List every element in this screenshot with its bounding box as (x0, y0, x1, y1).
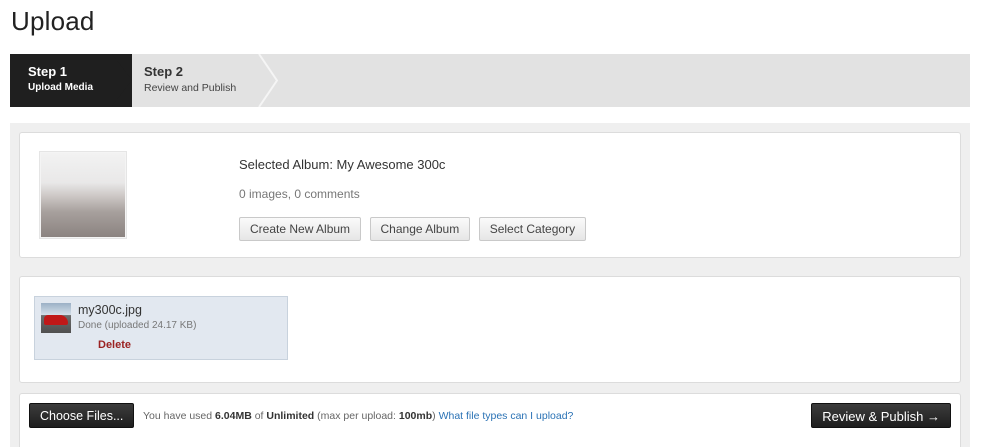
step-2-sublabel: Review and Publish (144, 82, 237, 94)
usage-max: 100mb (398, 410, 433, 422)
usage-limit: Unlimited (266, 410, 315, 422)
selected-album-label: Selected Album: My Awesome 300c (239, 157, 446, 172)
step-1-arrow-shape (112, 54, 132, 106)
usage-of: of (251, 410, 267, 422)
usage-info: You have used 6.04MB of Unlimited (max p… (143, 410, 573, 422)
car-image (44, 315, 68, 325)
upload-main: Selected Album: My Awesome 300c 0 images… (10, 123, 970, 447)
usage-used: 6.04MB (215, 410, 252, 422)
upload-footer: Choose Files... You have used 6.04MB of … (19, 393, 961, 447)
album-panel: Selected Album: My Awesome 300c 0 images… (19, 132, 961, 258)
step-1-label: Step 1 (28, 64, 68, 79)
choose-files-button[interactable]: Choose Files... (29, 403, 135, 428)
step-2-tab[interactable]: Step 2 Review and Publish (144, 54, 274, 107)
step-2-label: Step 2 (144, 64, 184, 79)
step-1-sublabel: Upload Media (28, 82, 94, 93)
page-title: Upload (11, 6, 95, 36)
usage-max-suffix: ) (432, 410, 436, 422)
change-album-button[interactable]: Change Album (369, 217, 471, 241)
file-thumbnail (41, 303, 71, 333)
delete-file-link[interactable]: Delete (98, 339, 131, 351)
usage-max-prefix: (max per upload: (314, 410, 399, 422)
select-category-button[interactable]: Select Category (478, 217, 587, 241)
review-publish-button[interactable]: Review & Publish → (811, 403, 951, 428)
file-types-help-link[interactable]: What file types can I upload? (439, 410, 574, 422)
chevron-right-icon (258, 54, 278, 107)
create-album-button[interactable]: Create New Album (239, 217, 362, 241)
steps-bar: Step 1 Upload Media Step 2 Review and Pu… (10, 54, 970, 107)
album-cover-image (41, 153, 125, 237)
album-cover-thumbnail (39, 151, 127, 239)
album-actions: Create New Album Change Album Select Cat… (239, 217, 590, 241)
file-name: my300c.jpg (78, 303, 142, 317)
file-item: my300c.jpg Done (uploaded 24.17 KB) Dele… (34, 296, 288, 360)
file-status: Done (uploaded 24.17 KB) (78, 320, 197, 331)
album-counts: 0 images, 0 comments (239, 187, 360, 201)
uploaded-files-panel: my300c.jpg Done (uploaded 24.17 KB) Dele… (19, 276, 961, 383)
usage-prefix: You have used (143, 410, 216, 422)
